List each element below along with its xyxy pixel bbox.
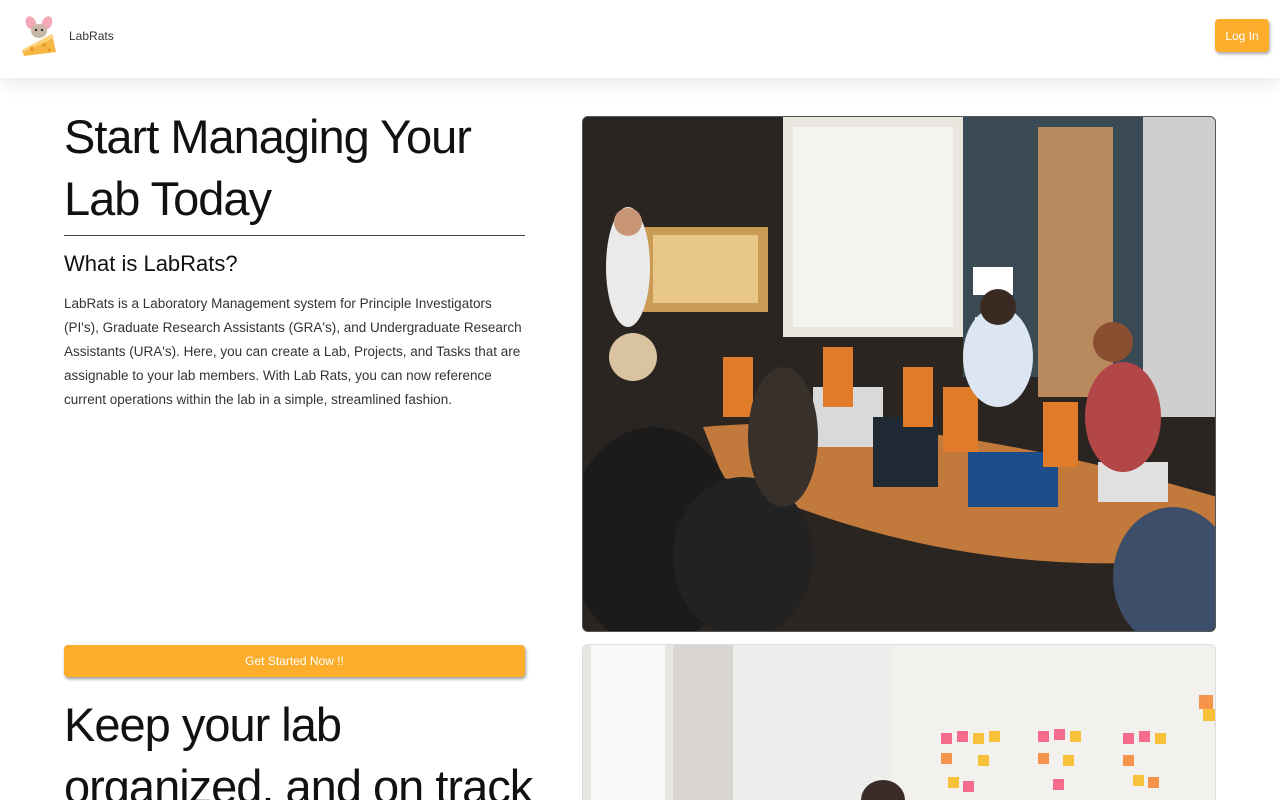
about-heading: What is LabRats? (64, 251, 238, 276)
rat-cheese-logo-icon (22, 16, 56, 56)
section-title: Keep your lab organized, and on track (64, 698, 533, 800)
meeting-photo (582, 116, 1216, 632)
navbar: LabRats Log In (0, 0, 1280, 78)
brand-name: LabRats (69, 29, 114, 43)
divider (64, 235, 525, 236)
get-started-button[interactable]: Get Started Now !! (64, 645, 525, 677)
about-text: LabRats is a Laboratory Management syste… (64, 296, 522, 407)
office-photo (582, 644, 1216, 800)
brand[interactable]: LabRats (20, 14, 114, 58)
login-button[interactable]: Log In (1215, 19, 1269, 52)
hero-title: Start Managing Your Lab Today (64, 110, 472, 225)
